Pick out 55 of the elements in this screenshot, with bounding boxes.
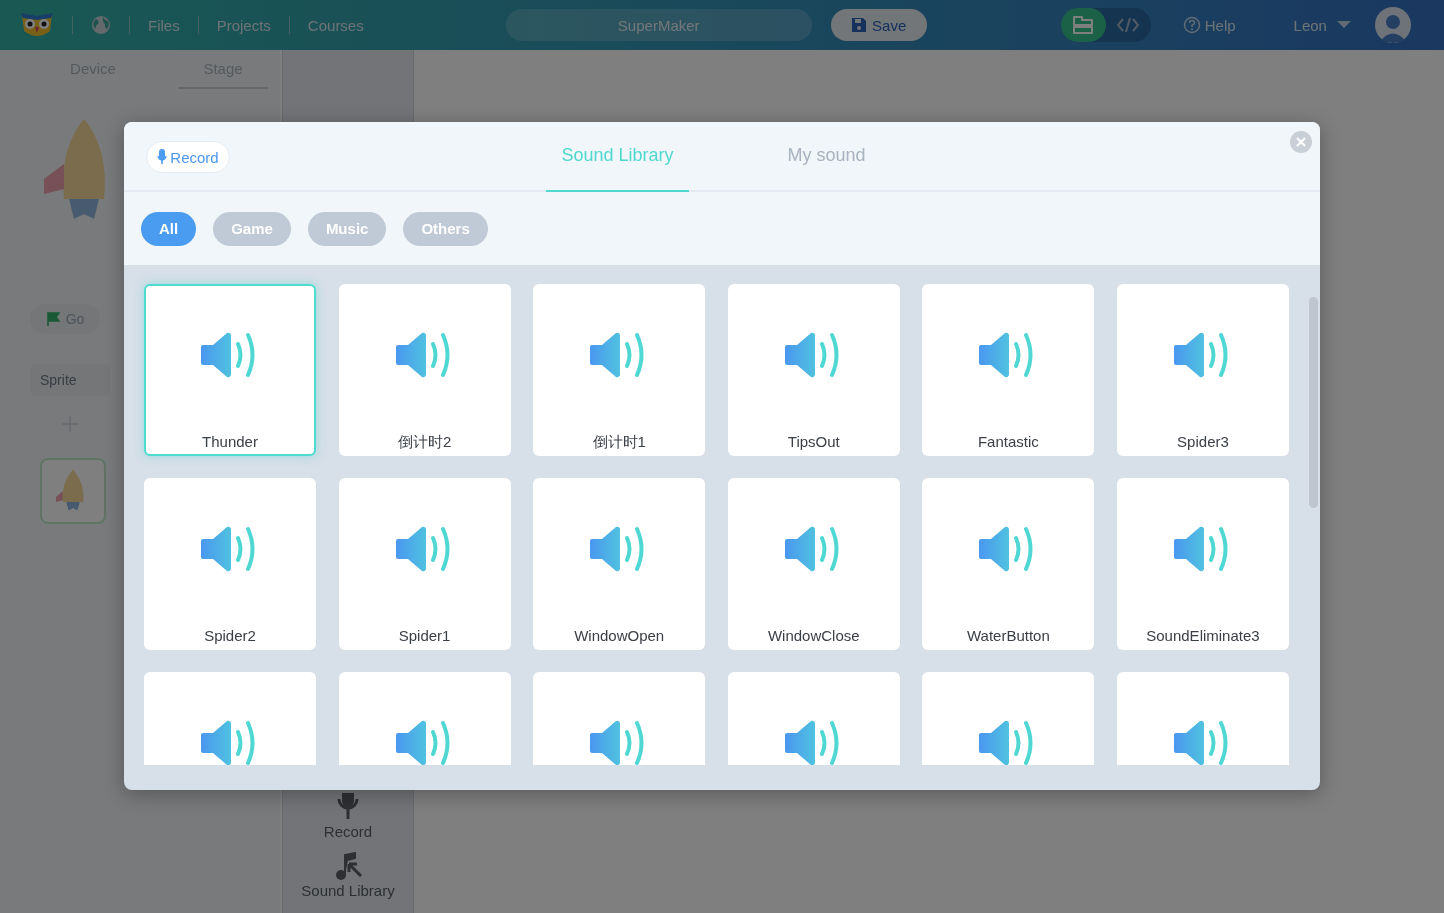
side-menu-label: Sound Library xyxy=(301,882,395,899)
filter-chip[interactable]: Others xyxy=(403,211,488,246)
scrollbar[interactable] xyxy=(1309,297,1318,508)
sound-card[interactable]: SoundEliminate3 xyxy=(1116,478,1289,650)
sound-name: Spider2 xyxy=(204,627,256,644)
sound-card[interactable]: WindowOpen xyxy=(533,478,706,650)
blocks-mode-button[interactable] xyxy=(1060,8,1106,42)
sprite-tab[interactable]: Sprite xyxy=(30,364,110,396)
music-note-cursor-icon xyxy=(333,852,363,882)
sound-name: Spider3 xyxy=(1177,433,1229,450)
sound-name: SoundEliminate3 xyxy=(1146,627,1260,644)
microphone-icon xyxy=(157,149,168,165)
sound-name: Fantastic xyxy=(977,433,1039,450)
nav-link[interactable]: Projects xyxy=(216,16,271,34)
sound-card[interactable]: Thunder xyxy=(144,284,316,456)
nav-link[interactable]: Files xyxy=(148,16,180,34)
globe-icon[interactable] xyxy=(91,15,111,35)
nav-link[interactable]: Courses xyxy=(307,16,364,34)
caret-icon xyxy=(1336,21,1351,29)
sound-name: WindowClose xyxy=(767,627,860,644)
owl-logo-icon[interactable] xyxy=(20,11,54,39)
sound-name: TipsOut xyxy=(787,433,840,450)
sound-name: 倒计时1 xyxy=(592,433,646,452)
avatar-icon[interactable] xyxy=(1374,7,1411,43)
sound-card[interactable]: 倒计时2 xyxy=(338,284,511,456)
side-menu-label: Record xyxy=(323,823,373,840)
filter-chip[interactable]: All xyxy=(141,211,197,246)
close-icon[interactable] xyxy=(1290,131,1312,153)
flag-icon xyxy=(45,311,62,327)
sound-name: 倒计时2 xyxy=(397,433,452,452)
help-link[interactable]: Help xyxy=(1182,16,1236,34)
filter-chip[interactable]: Game xyxy=(213,211,291,246)
sound-name: Thunder xyxy=(202,433,258,450)
code-icon xyxy=(1116,15,1141,35)
sound-card[interactable]: TipsOut xyxy=(727,284,900,456)
sprite-thumbnail[interactable] xyxy=(40,458,106,524)
sound-card[interactable]: WindowClose xyxy=(727,478,900,650)
question-circle-icon xyxy=(1182,16,1201,34)
sound-card[interactable]: WaterButton xyxy=(922,478,1095,650)
dialog-tab[interactable]: My sound xyxy=(755,122,898,192)
sound-name: Spider1 xyxy=(398,627,451,644)
filter-chip[interactable]: Music xyxy=(307,211,387,246)
side-menu-item[interactable]: Sound Library xyxy=(301,852,395,899)
record-button[interactable]: Record xyxy=(146,141,230,173)
blocks-icon xyxy=(1071,15,1096,35)
side-menu-item[interactable]: Record xyxy=(323,793,373,840)
sound-card[interactable]: Fantastic xyxy=(922,284,1095,456)
sound-card[interactable]: Spider1 xyxy=(338,478,511,650)
sound-card[interactable]: Spider3 xyxy=(1116,284,1289,456)
save-button[interactable]: Save xyxy=(830,9,927,41)
sound-card[interactable]: Spider2 xyxy=(144,478,316,650)
sound-card[interactable]: 倒计时1 xyxy=(533,284,706,456)
sound-name: WindowOpen xyxy=(574,627,665,644)
user-menu[interactable]: Leon xyxy=(1293,16,1351,34)
sound-name: WaterButton xyxy=(966,627,1050,644)
